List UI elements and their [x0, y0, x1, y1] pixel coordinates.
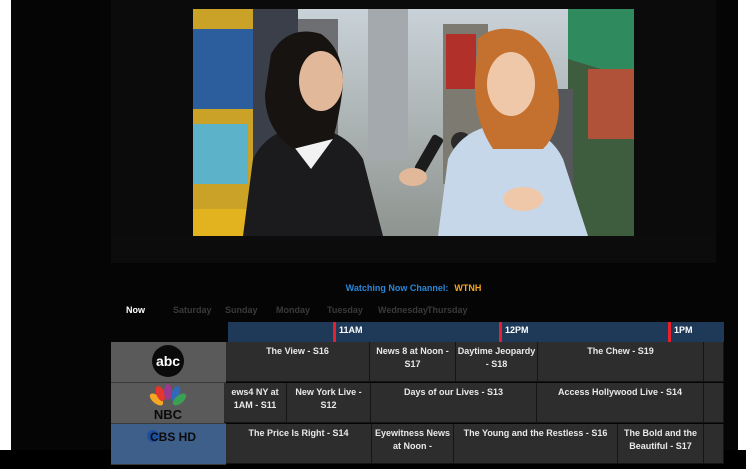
program-cell[interactable]: The Chew - S19	[538, 342, 704, 382]
nbc-peacock-logo: NBC	[149, 384, 187, 422]
program-cell[interactable]: The Young and the Restless - S16	[454, 424, 618, 464]
time-label-12pm: 12PM	[505, 325, 529, 335]
program-cell[interactable]: ews4 NY at 1AM - S11	[224, 383, 287, 423]
program-cell[interactable]: Access Hollywood Live - S14	[537, 383, 704, 423]
day-tabs: Now Saturday Sunday Monday Tuesday Wedne…	[111, 303, 511, 319]
program-cell[interactable]: The Price Is Right - S14	[226, 424, 372, 464]
program-cell[interactable]: New York Live - S12	[287, 383, 371, 423]
channel-logo-cell[interactable]: CBS HD	[111, 424, 226, 465]
program-cell[interactable]: The View - S16	[226, 342, 370, 382]
program-cell[interactable]: Days of our Lives - S13	[371, 383, 537, 423]
page-border-left	[0, 0, 11, 450]
video-frame-image	[193, 9, 634, 236]
time-ruler: 11AM 12PM 1PM	[228, 322, 724, 342]
program-cell[interactable]	[704, 383, 724, 423]
program-cell[interactable]: Daytime Jeopardy - S18	[456, 342, 538, 382]
program-cell[interactable]	[704, 424, 724, 464]
program-cell[interactable]: Eyewitness News at Noon -	[372, 424, 454, 464]
tab-thursday[interactable]: Thursday	[427, 305, 468, 315]
tab-now[interactable]: Now	[126, 305, 145, 315]
program-cell[interactable]: News 8 at Noon - S17	[370, 342, 456, 382]
time-marker	[333, 322, 336, 342]
time-label-1pm: 1PM	[674, 325, 693, 335]
video-player[interactable]	[193, 9, 634, 236]
tab-saturday[interactable]: Saturday	[173, 305, 212, 315]
channel-row-abc: abc The View - S16 News 8 at Noon - S17 …	[111, 342, 724, 383]
abc-logo: abc	[152, 345, 184, 377]
channel-row-nbc: NBC ews4 NY at 1AM - S11 New York Live -…	[111, 383, 724, 424]
abc-logo-text: abc	[156, 353, 180, 369]
player-control-bar	[111, 236, 716, 263]
time-label-11am: 11AM	[339, 325, 363, 335]
cbs-logo: CBS HD	[147, 430, 196, 444]
program-guide: abc The View - S16 News 8 at Noon - S17 …	[111, 342, 724, 465]
watching-now-label: Watching Now Channel:	[345, 283, 449, 293]
program-cell[interactable]: The Bold and the Beautiful - S17	[618, 424, 704, 464]
cbs-logo-text: CBS HD	[150, 430, 196, 444]
nbc-logo-text: NBC	[154, 407, 183, 422]
time-marker	[499, 322, 502, 342]
tab-monday[interactable]: Monday	[276, 305, 310, 315]
program-cell[interactable]	[704, 342, 724, 382]
time-marker	[668, 322, 671, 342]
tab-wednesday[interactable]: Wednesday	[378, 305, 428, 315]
tab-sunday[interactable]: Sunday	[225, 305, 258, 315]
channel-row-cbs: CBS HD The Price Is Right - S14 Eyewitne…	[111, 424, 724, 465]
watching-now: Watching Now Channel: WTNH	[111, 283, 716, 297]
channel-logo-cell[interactable]: NBC	[111, 383, 226, 424]
page-border-right	[738, 0, 746, 450]
tab-tuesday[interactable]: Tuesday	[327, 305, 363, 315]
channel-logo-cell[interactable]: abc	[111, 342, 226, 383]
watching-now-channel: WTNH	[454, 283, 482, 293]
